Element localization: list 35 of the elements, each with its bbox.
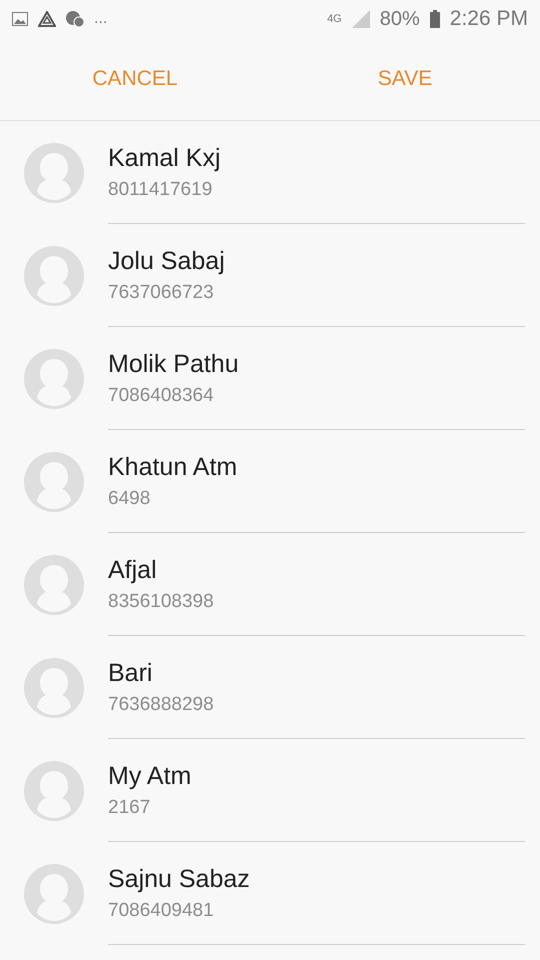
contact-number: 2167 bbox=[108, 796, 150, 818]
contact-name: My Atm bbox=[108, 762, 192, 790]
contact-name: Sajnu Sabaz bbox=[108, 864, 250, 894]
avatar-icon bbox=[24, 452, 84, 512]
contact-number: 8011417619 bbox=[108, 178, 212, 200]
save-button[interactable]: SAVE bbox=[270, 38, 540, 120]
avatar-icon bbox=[24, 554, 84, 614]
avatar-icon bbox=[24, 658, 84, 718]
contact-number: 7086409481 bbox=[108, 900, 214, 922]
contact-name: Khatun Atm bbox=[108, 452, 238, 482]
avatar-icon bbox=[24, 246, 84, 306]
clock: 2:26 PM bbox=[450, 7, 528, 31]
image-icon bbox=[12, 12, 28, 26]
avatar-icon bbox=[24, 142, 84, 202]
avatar-icon bbox=[24, 348, 84, 408]
network-label: 4G bbox=[327, 13, 342, 25]
cancel-button[interactable]: CANCEL bbox=[0, 38, 270, 120]
contact-name: Bari bbox=[108, 658, 152, 688]
contact-name: Kamal Kxj bbox=[108, 144, 221, 172]
more-notifications: ... bbox=[94, 10, 108, 28]
contact-number: 7086408364 bbox=[108, 384, 214, 406]
battery-icon bbox=[430, 10, 440, 28]
alert-icon bbox=[66, 11, 84, 27]
avatar-icon bbox=[24, 760, 84, 820]
contact-number: 7636888298 bbox=[108, 694, 214, 716]
contact-name: Afjal bbox=[108, 556, 157, 584]
contact-name: Molik Pathu bbox=[108, 350, 239, 378]
contact-number: 8356108398 bbox=[108, 590, 214, 612]
contact-number: 7637066723 bbox=[108, 282, 214, 304]
triangle-icon bbox=[38, 11, 56, 27]
contact-number: 6498 bbox=[108, 488, 150, 510]
contact-name: Jolu Sabaj bbox=[108, 246, 225, 276]
avatar-icon bbox=[24, 864, 84, 924]
signal-icon bbox=[352, 10, 370, 28]
battery-percent: 80% bbox=[380, 8, 420, 30]
